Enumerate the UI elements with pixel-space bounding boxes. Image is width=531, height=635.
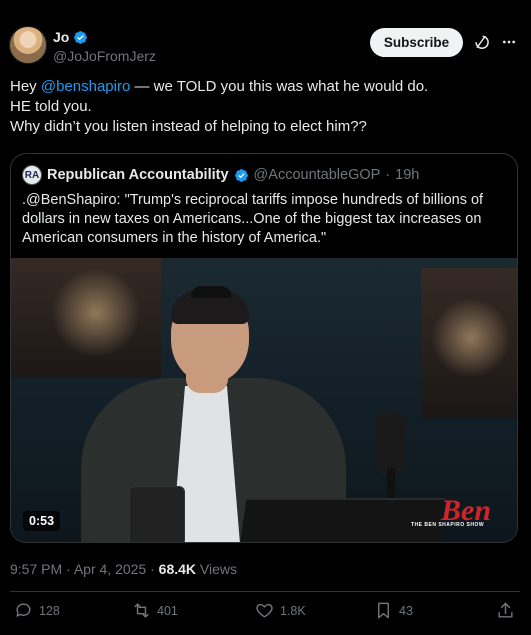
tweet-line-1-prefix: Hey [10, 78, 41, 95]
more-icon[interactable] [499, 34, 519, 50]
video-duration-badge: 0:53 [23, 511, 61, 531]
video-mug [129, 486, 185, 542]
tweet-date[interactable]: Apr 4, 2025 [74, 561, 146, 577]
tweet-line-2: HE told you. [10, 98, 92, 115]
like-button[interactable]: 1.8K [255, 601, 306, 620]
heart-icon [256, 603, 273, 618]
tweet-text: Hey @benshapiro — we TOLD you this was w… [10, 77, 520, 137]
quoted-tweet-header: RA Republican Accountability @Accountabl… [22, 165, 419, 185]
quoted-tweet[interactable]: RA Republican Accountability @Accountabl… [10, 153, 518, 543]
grok-icon[interactable] [472, 33, 490, 51]
tweet-time[interactable]: 9:57 PM [10, 561, 62, 577]
views-count[interactable]: 68.4K [159, 561, 196, 577]
tweet-header: Jo @JoJoFromJerz Subscribe [0, 0, 531, 72]
quoted-avatar[interactable]: RA [22, 165, 42, 185]
share-button[interactable] [496, 601, 515, 620]
views-label: Views [199, 561, 238, 577]
avatar[interactable] [9, 26, 47, 64]
tweet-line-1-suffix: — we TOLD you this was what he would do. [130, 78, 429, 95]
author-handle[interactable]: @JoJoFromJerz [53, 48, 156, 64]
author-name-row[interactable]: Jo [53, 29, 88, 45]
subscribe-button[interactable]: Subscribe [370, 28, 463, 57]
quoted-tweet-text: .@BenShapiro: "Trump's reciprocal tariff… [22, 192, 484, 246]
quoted-time[interactable]: 19h [395, 167, 419, 183]
quoted-separator: · [385, 167, 391, 183]
show-logo: Ben THE BEN SHAPIRO SHOW [411, 494, 501, 534]
tweet-meta: 9:57 PM · Apr 4, 2025 · 68.4K Views [10, 561, 237, 577]
quoted-verified-badge-icon [234, 168, 248, 182]
repost-icon [134, 603, 149, 618]
video-background-light [51, 268, 141, 358]
tweet-line-3: Why didn’t you listen instead of helping… [10, 118, 367, 135]
bookmark-count: 43 [399, 603, 413, 618]
tweet-actions: 128 401 1.8K 43 [0, 595, 531, 635]
bookmark-button[interactable]: 43 [374, 601, 413, 620]
share-icon [498, 602, 513, 618]
meta-separator: · [66, 561, 71, 577]
reply-icon [16, 603, 31, 617]
video-microphone [375, 411, 405, 475]
video-background-light [431, 298, 511, 378]
quoted-display-name[interactable]: Republican Accountability [47, 167, 229, 183]
repost-count: 401 [157, 603, 178, 618]
repost-button[interactable]: 401 [132, 601, 178, 620]
like-count: 1.8K [280, 603, 306, 618]
mention-link[interactable]: @benshapiro [41, 78, 130, 95]
reply-count: 128 [39, 603, 60, 618]
quoted-handle[interactable]: @AccountableGOP [254, 167, 381, 183]
verified-badge-icon [74, 30, 88, 44]
video-player[interactable]: Ben THE BEN SHAPIRO SHOW 0:53 [11, 258, 517, 542]
video-person-kippah [191, 286, 231, 298]
meta-separator: · [150, 561, 155, 577]
reply-button[interactable]: 128 [14, 601, 60, 620]
show-logo-sub: THE BEN SHAPIRO SHOW [411, 522, 485, 528]
divider [10, 591, 520, 592]
video-laptop [239, 498, 445, 542]
author-display-name[interactable]: Jo [53, 29, 69, 45]
tweet-line-1: Hey @benshapiro — we TOLD you this was w… [10, 77, 520, 97]
bookmark-icon [378, 602, 389, 619]
